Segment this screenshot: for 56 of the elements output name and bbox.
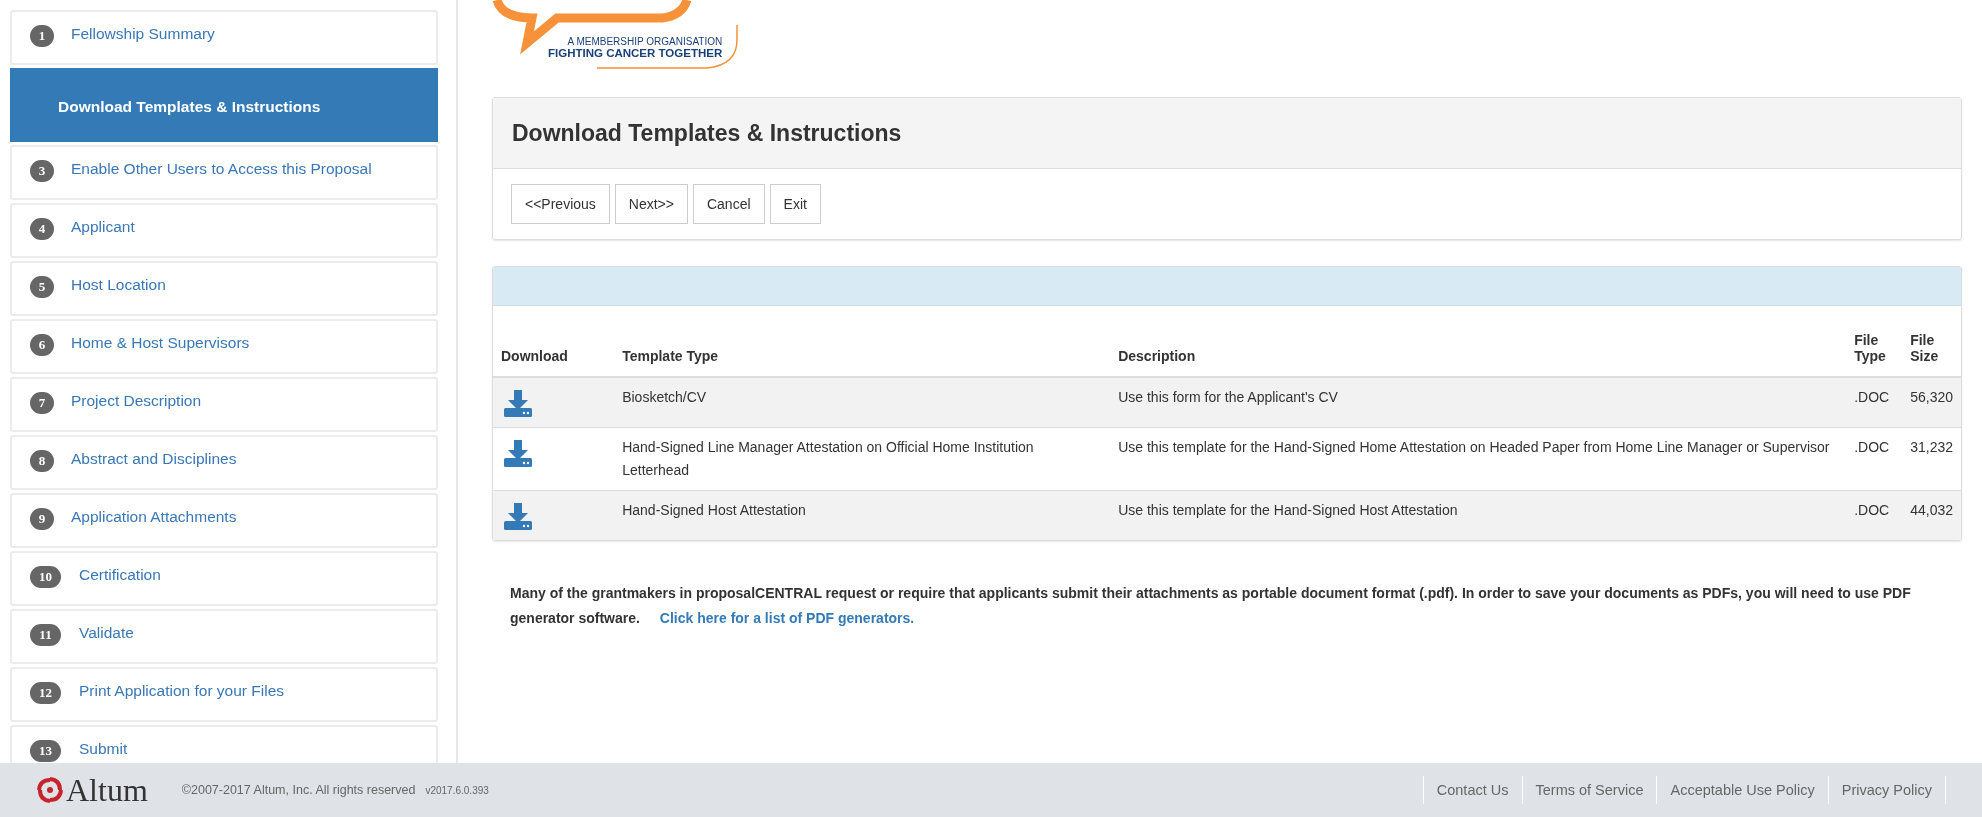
download-icon[interactable] [503,388,533,418]
table-cell: Hand-Signed Line Manager Attestation on Official Home Institution Letterhead [614,427,1111,491]
table-cell: Use this template for the Hand-Signed Host Attestation [1110,490,1847,540]
step-nav-item[interactable]: 6 Home & Host Supervisors [10,319,438,374]
table-cell: Use this form for the Applicant's CV [1110,377,1847,428]
step-nav-item[interactable]: 9 Application Attachments [10,493,438,548]
step-nav-item[interactable]: 11 Validate [10,609,438,664]
download-icon[interactable] [503,501,533,531]
step-nav-item[interactable]: 4 Applicant [10,203,438,258]
step-nav-item[interactable]: 3 Enable Other Users to Access this Proposal [10,145,438,200]
table-cell: Hand-Signed Host Attestation [614,490,1111,540]
footer-link[interactable]: Acceptable Use Policy [1656,776,1828,804]
table-cell: 56,320 [1902,377,1961,428]
version-text: v2017.6.0.393 [425,784,489,796]
nav-button[interactable]: <<Previous [511,184,610,224]
page-title: Download Templates & Instructions [493,98,1961,169]
step-number-badge: 8 [30,450,54,472]
step-nav-item[interactable]: 1 Fellowship Summary [10,10,438,65]
logo-tagline: A MEMBERSHIP ORGANISATION [567,36,723,47]
step-number-badge: 1 [30,25,54,47]
step-nav-item[interactable]: Download Templates & Instructions [10,68,438,142]
pdf-note-paragraph: Many of the grantmakers in proposalCENTRAL request or require that applicants submit their attachments as portable document format (.pdf). In order to save your documents as PDFs, you will need to use PDF generator software. Click here for a list of PDF generators. [510,584,1912,628]
step-number-badge: 7 [30,392,54,414]
step-nav-item[interactable]: 7 Project Description [10,377,438,432]
step-number-badge: 6 [30,334,54,356]
table-cell: Biosketch/CV [614,377,1111,428]
nav-button[interactable]: Cancel [692,184,765,224]
nav-button[interactable]: Next>> [614,184,688,224]
step-nav-item[interactable]: 8 Abstract and Disciplines [10,435,438,490]
table-cell: .DOC [1846,377,1903,428]
step-nav-item[interactable]: 12 Print Application for your Files [10,667,438,722]
table-cell: .DOC [1846,490,1903,540]
footer-link[interactable]: Terms of Service [1521,776,1657,804]
download-icon[interactable] [503,438,533,468]
table-cell: .DOC [1846,427,1903,491]
copyright-text: ©2007-2017 Altum, Inc. All rights reserved [181,783,416,797]
step-number-badge: 9 [30,508,54,530]
table-cell: 44,032 [1902,490,1961,540]
swirl-logo-icon [36,776,64,804]
step-nav-item[interactable]: 10 Certification [10,551,438,606]
step-number-badge: 13 [30,740,61,762]
step-number-badge: 11 [30,624,61,646]
table-cell: 31,232 [1902,427,1961,491]
step-number-badge: 5 [30,276,54,298]
step-number-badge: 10 [30,566,61,588]
step-nav-item[interactable]: 5 Host Location [10,261,438,316]
step-number-badge: 12 [30,682,61,704]
footer-link[interactable]: Privacy Policy [1827,776,1946,804]
nav-button[interactable]: Exit [769,184,821,224]
brand-name: Altum [66,771,148,809]
table-cell: Use this template for the Hand-Signed Home Attestation on Headed Paper from Home Line Manager or Supervisor [1110,427,1847,491]
pdf-generators-link[interactable]: Click here for a list of PDF generators. [659,610,915,626]
logo-slogan: FIGHTING CANCER TOGETHER [548,47,723,59]
step-number-badge: 3 [30,160,54,182]
footer-link[interactable]: Contact Us [1422,776,1522,804]
step-number-badge: 4 [30,218,54,240]
